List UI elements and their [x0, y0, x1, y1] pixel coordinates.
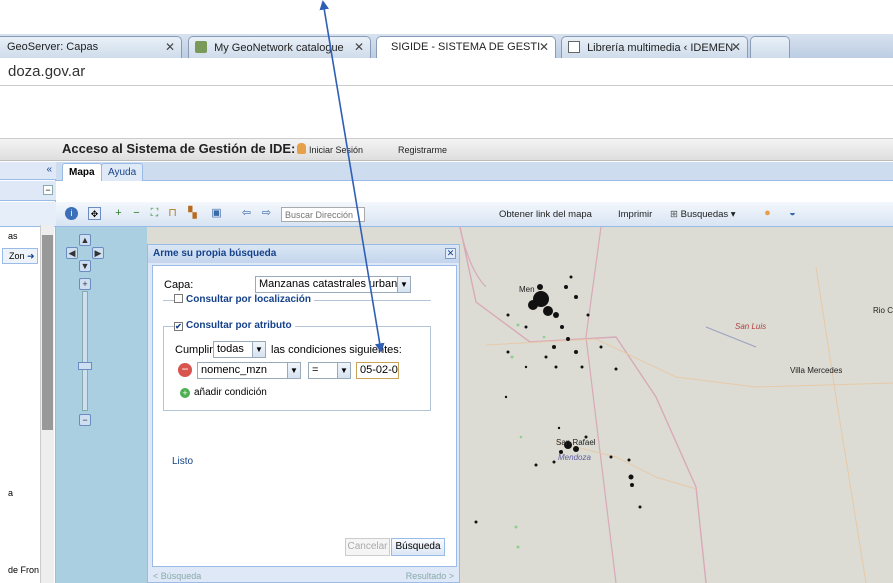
arrow-line — [319, 0, 385, 353]
annotation-arrow — [319, 0, 385, 353]
